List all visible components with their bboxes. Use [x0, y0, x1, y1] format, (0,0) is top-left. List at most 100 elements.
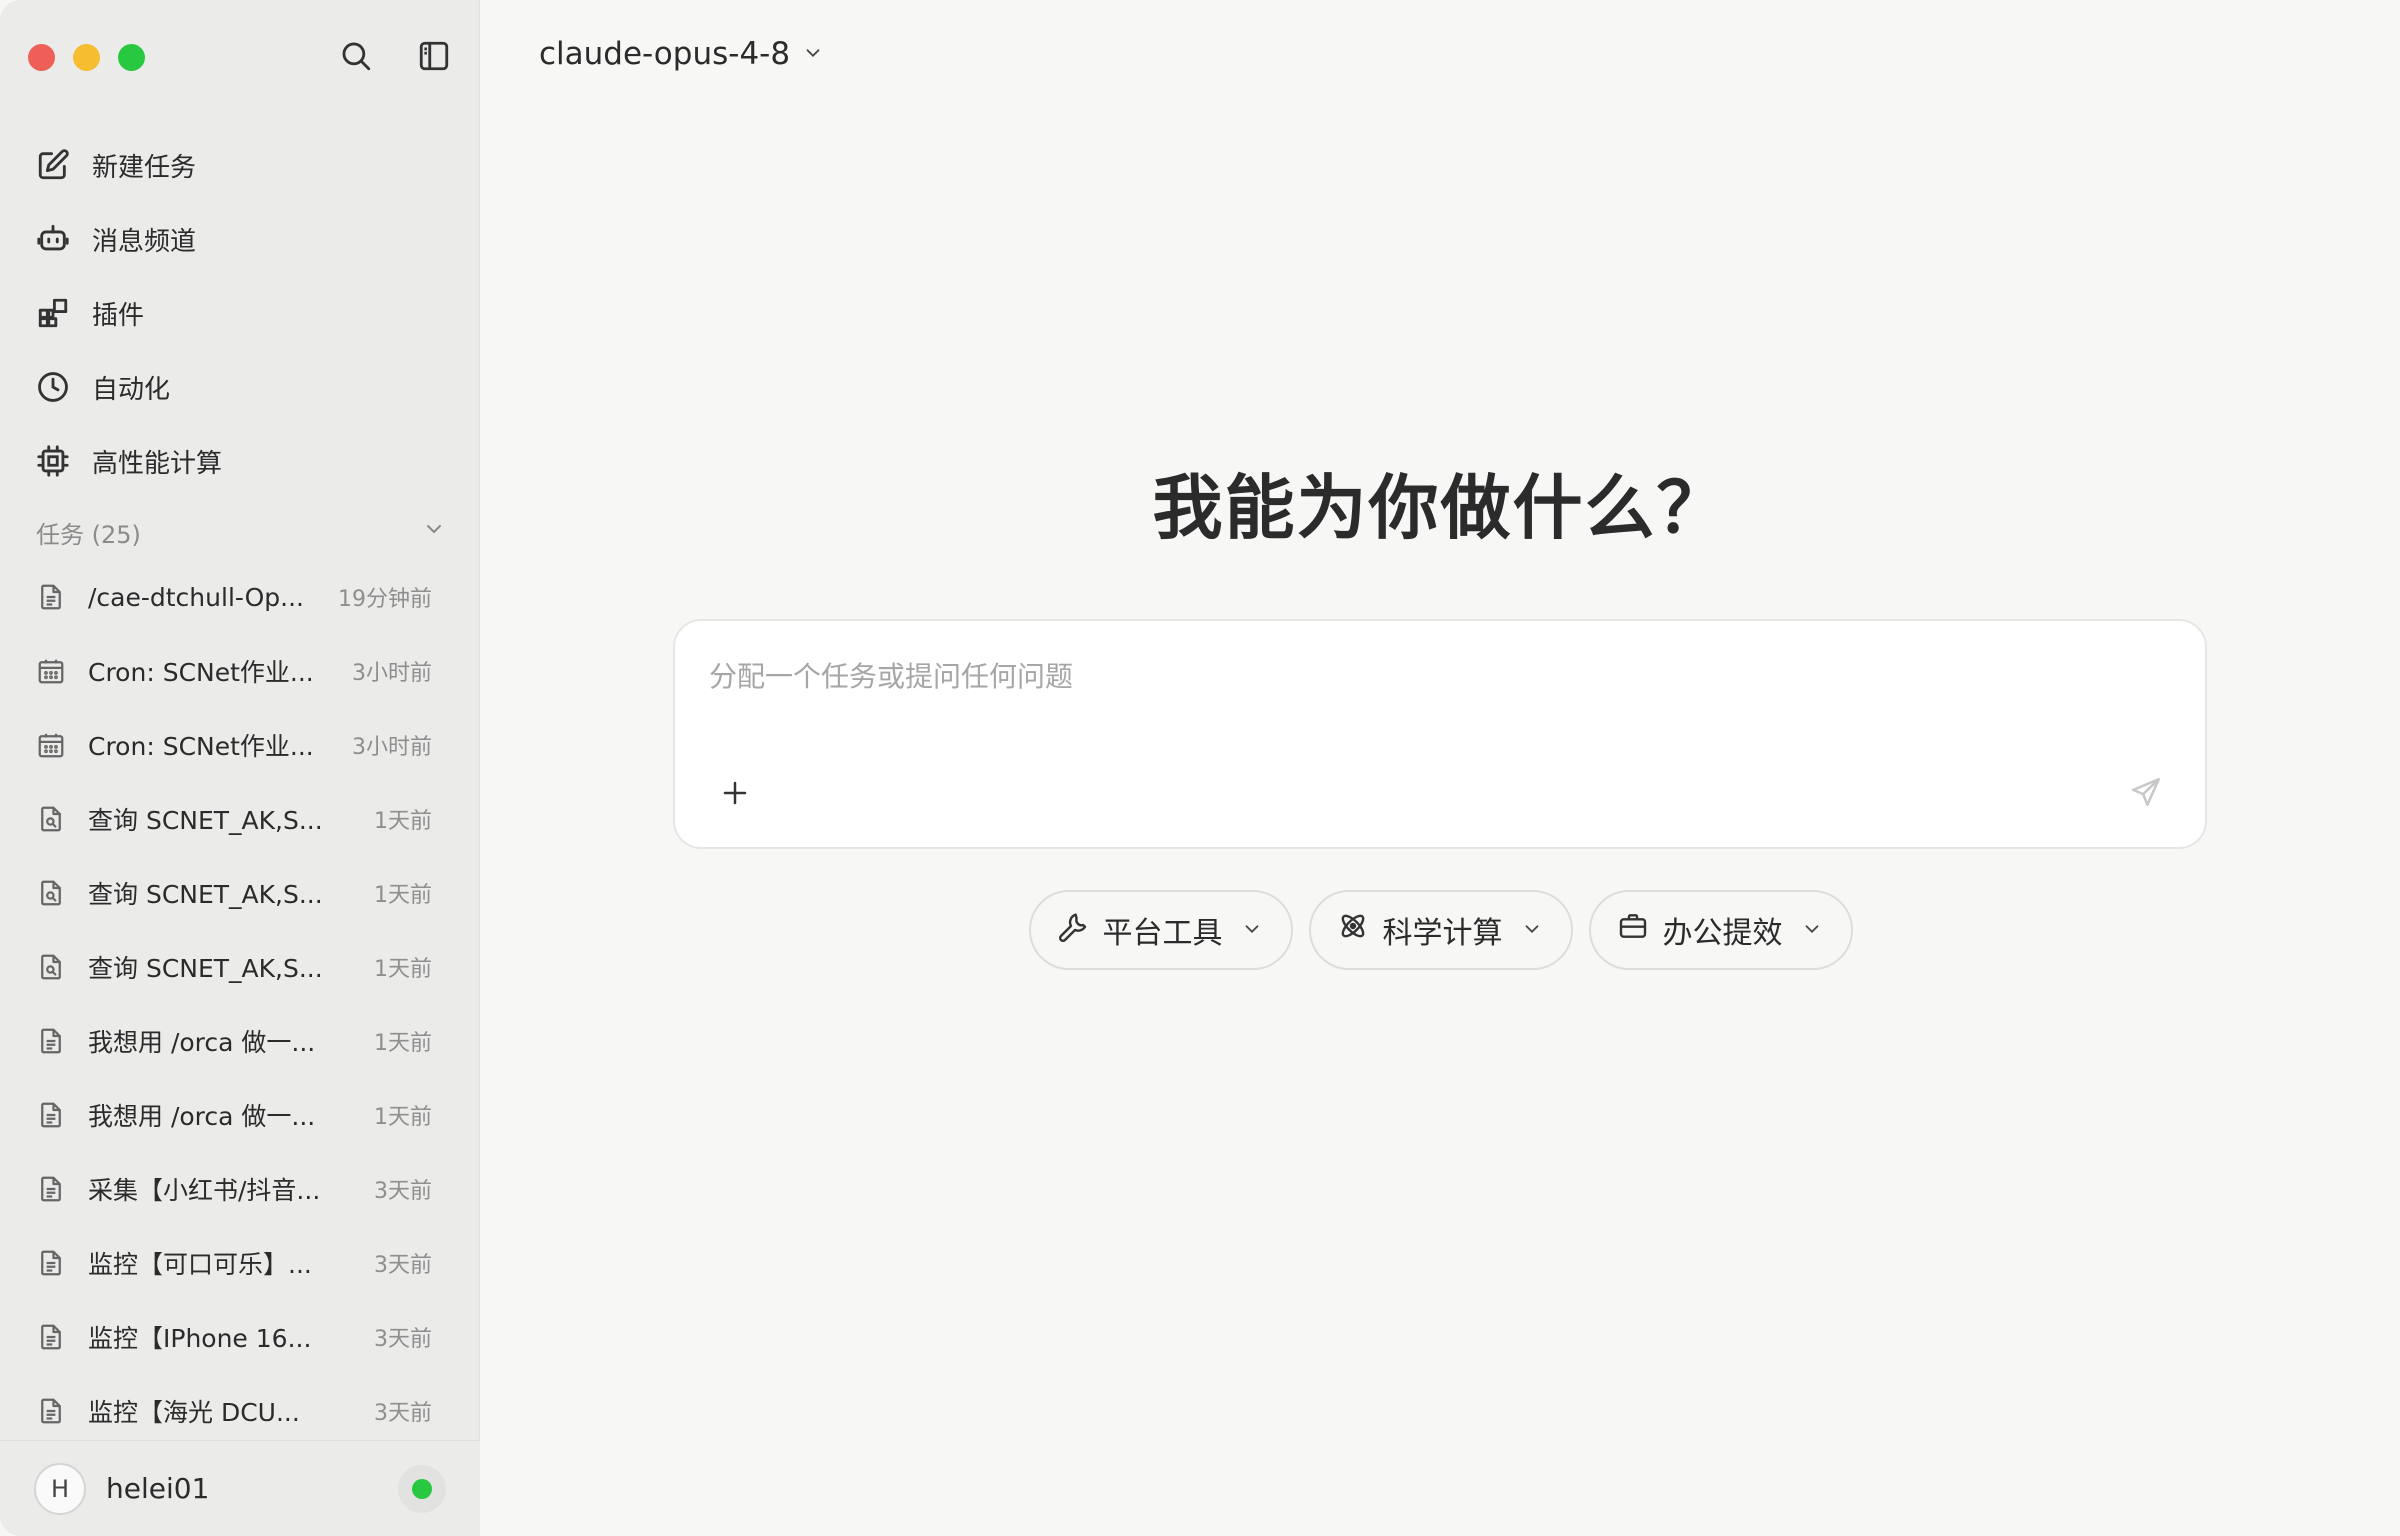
task-item[interactable]: 监控【IPhone 16... 3天前 [24, 1300, 456, 1374]
model-selector[interactable]: claude-opus-4-8 [539, 36, 824, 72]
chip-label: 办公提效 [1662, 916, 1783, 951]
task-title: Cron: SCNet作业... [88, 658, 314, 687]
sidebar-toggle-icon[interactable] [414, 36, 454, 76]
task-item[interactable]: 查询 SCNET_AK,S... 1天前 [24, 930, 456, 1004]
task-timestamp: 1天前 [374, 1105, 432, 1130]
task-timestamp: 1天前 [374, 883, 432, 908]
task-item[interactable]: Cron: SCNet作业... 3小时前 [24, 708, 456, 782]
chip-scientific-computing[interactable]: 科学计算 [1308, 890, 1573, 970]
calendar-icon [34, 654, 68, 688]
traffic-lights [28, 44, 145, 71]
task-item[interactable]: Cron: SCNet作业... 3小时前 [24, 634, 456, 708]
task-timestamp: 3天前 [374, 1253, 432, 1278]
document-search-icon [34, 802, 68, 836]
prompt-input[interactable] [709, 651, 2109, 701]
task-title: 查询 SCNET_AK,S... [88, 880, 323, 909]
cpu-icon [34, 442, 72, 480]
nav-plugins[interactable]: 插件 [24, 276, 456, 350]
username: helei01 [106, 1472, 210, 1505]
quick-action-chips: 平台工具 科学计算 办公提效 [481, 890, 2400, 970]
bot-icon [34, 220, 72, 258]
document-icon [34, 1172, 68, 1206]
sidebar-top-actions [336, 36, 454, 76]
document-icon [34, 1246, 68, 1280]
nav-label: 插件 [92, 300, 145, 331]
chip-platform-tools[interactable]: 平台工具 [1028, 890, 1293, 970]
task-timestamp: 1天前 [374, 1031, 432, 1056]
nav-label: 高性能计算 [92, 448, 223, 479]
nav-label: 新建任务 [92, 152, 197, 183]
nav-label: 自动化 [92, 374, 171, 405]
task-timestamp: 3天前 [374, 1401, 432, 1426]
document-icon [34, 1024, 68, 1058]
nav-hpc[interactable]: 高性能计算 [24, 424, 456, 498]
task-timestamp: 3小时前 [352, 661, 432, 686]
task-title: 监控【海光 DCU... [88, 1398, 300, 1427]
task-item[interactable]: 我想用 /orca 做一... 1天前 [24, 1078, 456, 1152]
task-list: /cae-dtchull-Op... 19分钟前 Cron: SCNet作业... 3… [24, 560, 456, 1448]
maximize-window-button[interactable] [118, 44, 145, 71]
send-button[interactable] [2123, 769, 2169, 815]
calendar-icon [34, 728, 68, 762]
task-title: 查询 SCNET_AK,S... [88, 954, 323, 983]
task-item[interactable]: 采集【小红书/抖音... 3天前 [24, 1152, 456, 1226]
task-title: 监控【IPhone 16... [88, 1324, 312, 1353]
avatar[interactable]: H [34, 1462, 86, 1515]
task-item[interactable]: 我想用 /orca 做一... 1天前 [24, 1004, 456, 1078]
document-search-icon [34, 950, 68, 984]
nav-label: 消息频道 [92, 226, 197, 257]
hero-title: 我能为你做什么？ [1152, 466, 1729, 549]
chip-label: 科学计算 [1382, 916, 1503, 951]
document-search-icon [34, 876, 68, 910]
search-icon[interactable] [336, 36, 376, 76]
send-icon [2131, 777, 2161, 807]
edit-icon [34, 146, 72, 184]
task-item[interactable]: 监控【可口可乐】... 3天前 [24, 1226, 456, 1300]
task-title: 采集【小红书/抖音... [88, 1176, 321, 1205]
atom-icon [1337, 910, 1369, 950]
task-item[interactable]: 监控【海光 DCU... 3天前 [24, 1374, 456, 1448]
plugin-icon [34, 294, 72, 332]
task-timestamp: 3天前 [374, 1179, 432, 1204]
minimize-window-button[interactable] [73, 44, 100, 71]
tasks-section-header[interactable]: 任务 (25) [36, 512, 446, 552]
document-icon [34, 1098, 68, 1132]
clock-icon [34, 368, 72, 406]
task-title: Cron: SCNet作业... [88, 732, 314, 761]
task-timestamp: 3小时前 [352, 735, 432, 760]
nav-new-task[interactable]: 新建任务 [24, 128, 456, 202]
task-item[interactable]: 查询 SCNET_AK,S... 1天前 [24, 856, 456, 930]
nav-automation[interactable]: 自动化 [24, 350, 456, 424]
composer [673, 619, 2207, 849]
task-title: 我想用 /orca 做一... [88, 1102, 316, 1131]
task-item[interactable]: /cae-dtchull-Op... 19分钟前 [24, 560, 456, 634]
nav-message-channel[interactable]: 消息频道 [24, 202, 456, 276]
model-name: claude-opus-4-8 [539, 36, 791, 72]
tasks-header-label: 任务 (25) [36, 520, 141, 549]
task-timestamp: 3天前 [374, 1327, 432, 1352]
app-window: 新建任务 消息频道 插件 自动化 高性能计算 任务 (25) /cae-dtch… [0, 0, 2400, 1536]
document-icon [34, 1394, 68, 1428]
task-item[interactable]: 查询 SCNET_AK,S... 1天前 [24, 782, 456, 856]
chip-office-productivity[interactable]: 办公提效 [1588, 890, 1853, 970]
task-title: 查询 SCNET_AK,S... [88, 806, 323, 835]
chevron-down-icon [1521, 913, 1543, 948]
chip-label: 平台工具 [1102, 916, 1223, 951]
chevron-down-icon [1801, 913, 1823, 948]
briefcase-icon [1617, 910, 1649, 950]
add-attachment-button[interactable] [713, 771, 757, 815]
user-bar[interactable]: H helei01 [0, 1440, 480, 1536]
status-indicator[interactable] [398, 1465, 446, 1513]
chevron-down-icon [802, 36, 824, 72]
task-timestamp: 1天前 [374, 957, 432, 982]
close-window-button[interactable] [28, 44, 55, 71]
chevron-down-icon[interactable] [422, 517, 446, 547]
chevron-down-icon [1241, 913, 1263, 948]
task-title: 监控【可口可乐】... [88, 1250, 312, 1279]
document-icon [34, 580, 68, 614]
document-icon [34, 1320, 68, 1354]
online-status-dot [412, 1479, 432, 1499]
task-timestamp: 19分钟前 [338, 587, 432, 612]
task-title: 我想用 /orca 做一... [88, 1028, 316, 1057]
main-panel: claude-opus-4-8 我能为你做什么？ 平台工具 [481, 0, 2400, 1536]
